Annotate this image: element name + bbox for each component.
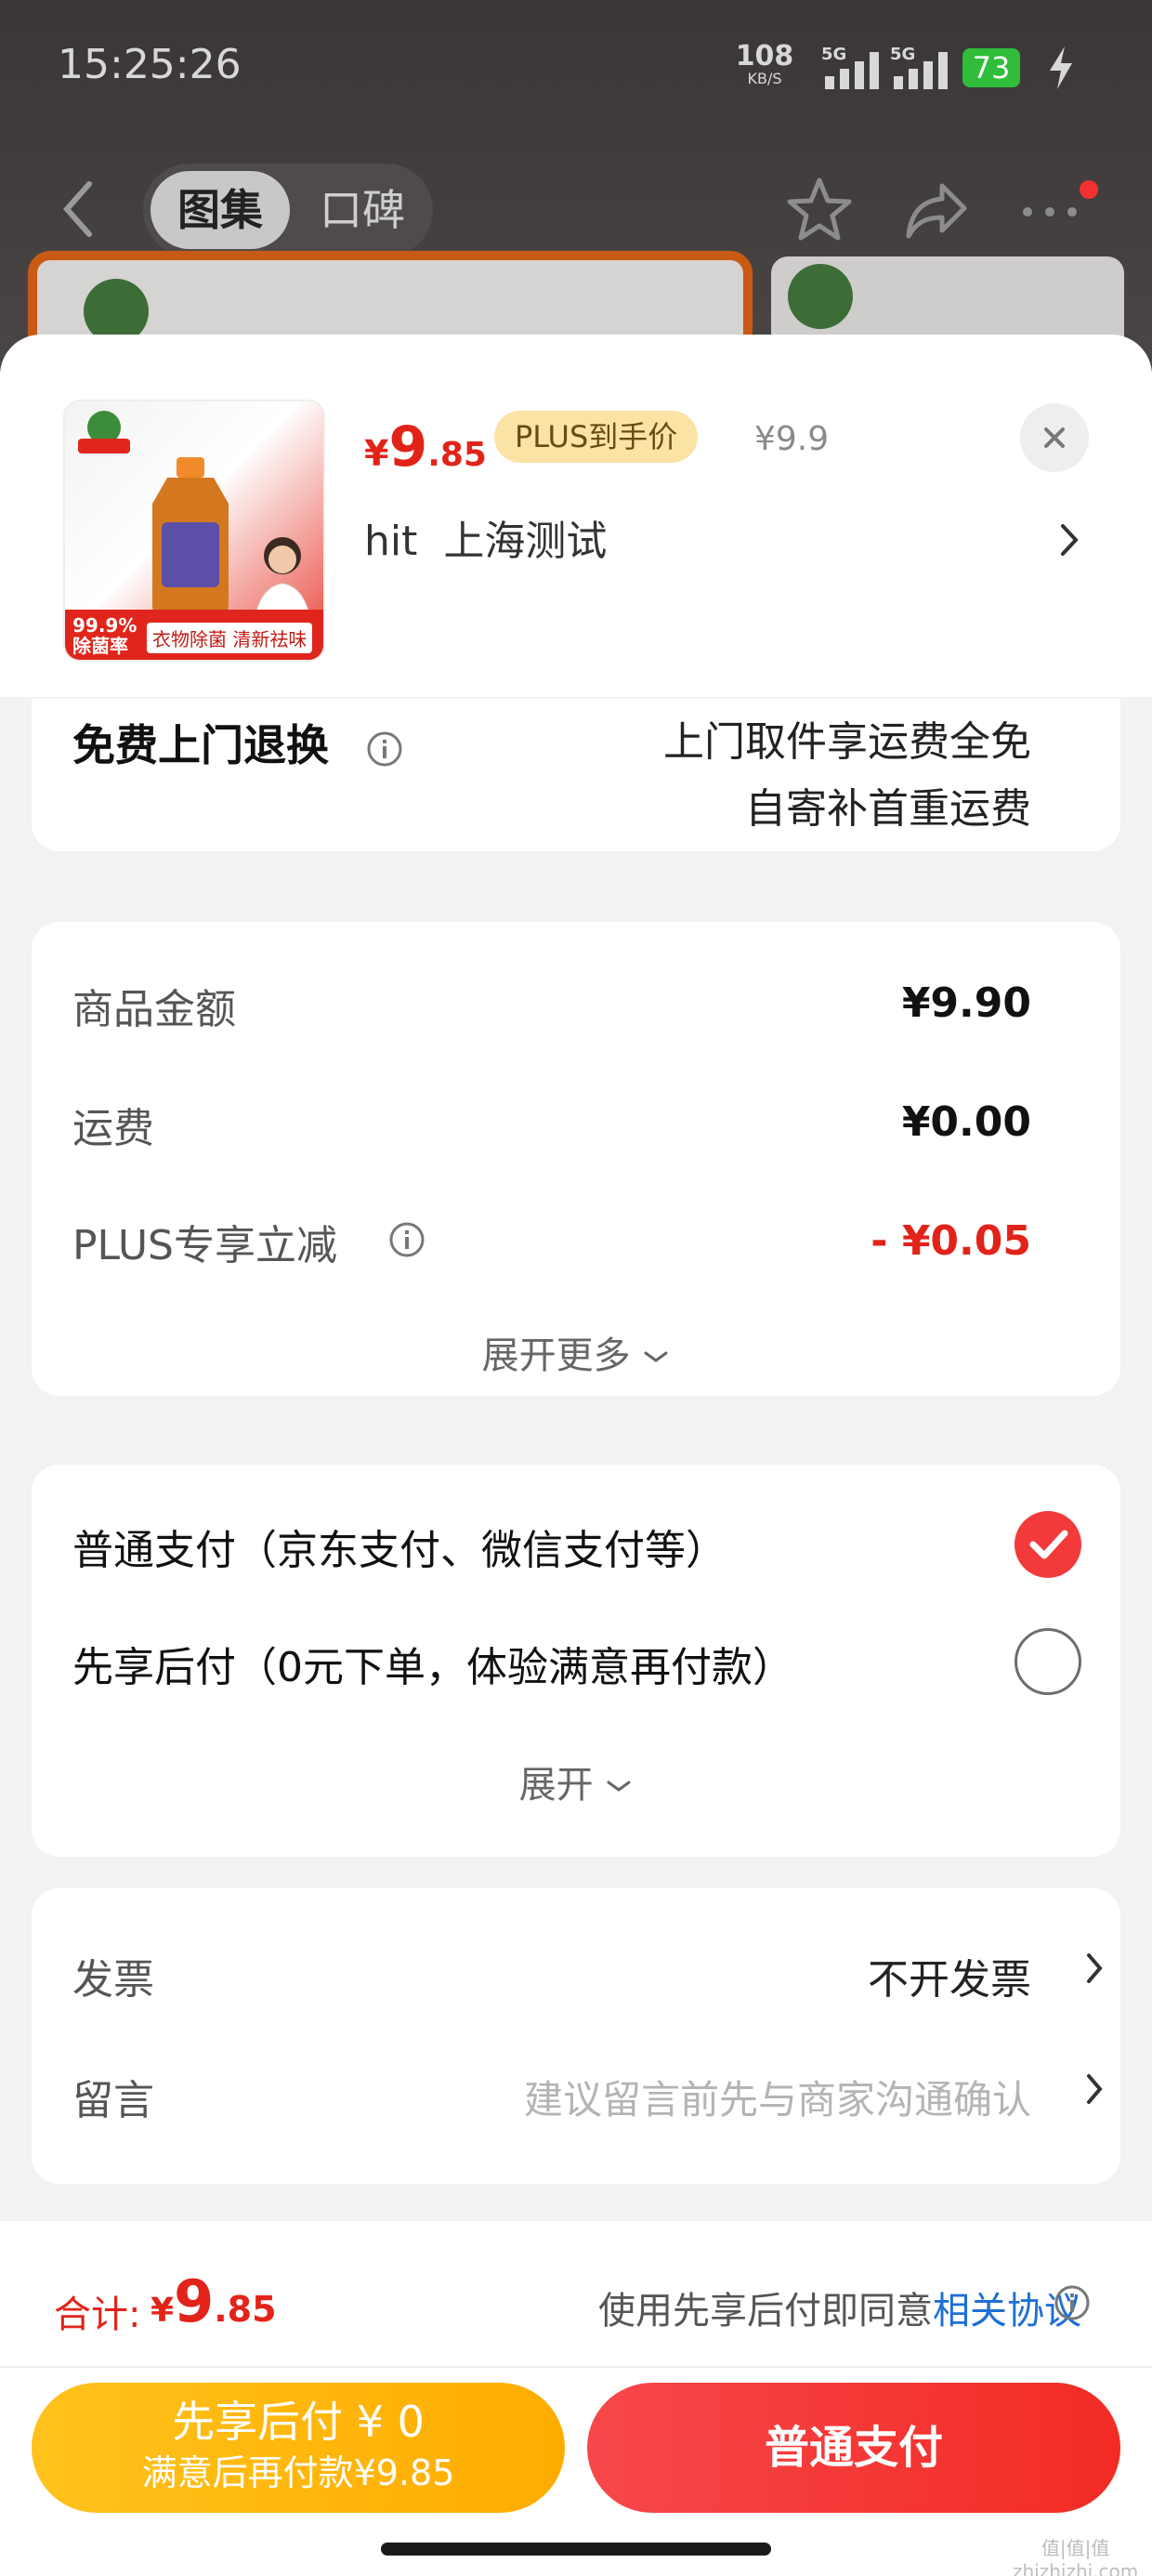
close-button[interactable] [1020, 403, 1089, 472]
checkout-footer: 合计: ¥9.85 使用先享后付即同意相关协议 先享后付 ¥ 0 满意后再付款¥… [0, 2221, 1152, 2576]
product-image: 99.9% 除菌率 衣物除菌 清新祛味 [63, 400, 325, 662]
signal-label-2: 5G [890, 45, 916, 64]
shipping-label: 运费 [72, 1105, 154, 1152]
address-text: hit 上海测试 [364, 518, 608, 565]
charging-icon [1050, 46, 1072, 89]
network-speed: 108 KB/S [732, 43, 797, 87]
expand-more-label: 展开更多 [481, 1334, 631, 1377]
brand-logo-icon-2 [788, 264, 853, 329]
product-header: 99.9% 除菌率 衣物除菌 清新祛味 ¥9.85 PLUS到手价 ¥9.9 h… [0, 335, 1152, 697]
note-placeholder[interactable]: 建议留言前先与商家沟通确认 [524, 2069, 1031, 2125]
signal-label: 5G [821, 45, 847, 64]
info-icon[interactable] [366, 730, 403, 768]
agreement-prefix: 使用先享后付即同意 [598, 2290, 933, 2333]
total-symbol: ¥ [151, 2292, 175, 2330]
expand-button[interactable]: 展开 [32, 1755, 1120, 1808]
total-label: 合计: [54, 2293, 141, 2336]
agreement-text: 使用先享后付即同意相关协议 [598, 2280, 1081, 2334]
chevron-right-icon [1061, 524, 1079, 556]
total-int: 9 [174, 2267, 215, 2335]
original-price: ¥9.9 [754, 420, 830, 458]
chevron-down-icon [644, 1351, 668, 1362]
close-icon [1044, 427, 1065, 448]
price-detail-card: 商品金额 ¥9.90 运费 ¥0.00 PLUS专享立减 - ¥0.05 展开更… [32, 922, 1120, 1396]
goods-amount-label: 商品金额 [72, 986, 236, 1033]
battery-icon: 73 [962, 48, 1020, 87]
shipping-value: ¥0.00 [901, 1098, 1031, 1146]
expand-more-button[interactable]: 展开更多 [32, 1325, 1120, 1379]
info-icon[interactable] [388, 1221, 425, 1258]
brand-logo-icon [78, 411, 130, 453]
total-dec: .85 [214, 2289, 277, 2330]
home-indicator[interactable] [381, 2543, 771, 2556]
product-image-slogan: 衣物除菌 清新祛味 [147, 623, 313, 653]
notification-dot [1080, 180, 1098, 199]
plus-price-badge: PLUS到手价 [494, 411, 699, 463]
normal-pay-button[interactable]: 普通支付 [587, 2383, 1120, 2513]
network-speed-value: 108 [735, 40, 794, 72]
background-page: 15:25:26 108 KB/S 5G 5G 73 图集 口碑 [0, 0, 1152, 442]
gallery-review-tabs: 图集 口碑 [143, 164, 433, 256]
return-service-line2: 自寄补首重运费 [745, 785, 1031, 833]
return-service-line1: 上门取件享运费全免 [663, 718, 1031, 766]
invoice-note-card: 发票 不开发票 留言 建议留言前先与商家沟通确认 [32, 1888, 1120, 2184]
star-icon[interactable] [782, 173, 857, 247]
pay-later-line2: 满意后再付款¥9.85 [141, 2452, 455, 2493]
payment-method-card: 普通支付（京东支付、微信支付等） 先享后付（0元下单，体验满意再付款） 展开 [32, 1465, 1120, 1857]
payment-option-later-label: 先享后付（0元下单，体验满意再付款） [72, 1644, 793, 1691]
status-time: 15:25:26 [58, 41, 242, 88]
chevron-right-icon [1087, 1953, 1103, 1983]
bottle-icon [152, 457, 229, 613]
plus-discount-value: - ¥0.05 [871, 1217, 1031, 1265]
footer-divider [0, 2366, 1152, 2368]
payment-option-normal-label: 普通支付（京东支付、微信支付等） [72, 1527, 727, 1574]
return-service-title: 免费上门退换 [72, 720, 329, 770]
watermark: 值|值|值 zhizhizhi.com [1013, 2537, 1139, 2576]
info-icon[interactable] [1054, 2284, 1091, 2321]
battery-level: 73 [972, 50, 1011, 85]
total-price: ¥9.85 [151, 2267, 277, 2335]
payment-option-later-radio[interactable] [1015, 1628, 1081, 1695]
invoice-value: 不开发票 [868, 1956, 1031, 2004]
network-speed-unit: KB/S [747, 70, 782, 87]
more-icon[interactable] [1013, 173, 1087, 247]
tab-gallery[interactable]: 图集 [151, 171, 290, 249]
product-image-percent: 99.9% 除菌率 [72, 614, 137, 657]
note-label: 留言 [72, 2077, 154, 2124]
plus-discount-label: PLUS专享立减 [72, 1222, 337, 1269]
tab-reviews[interactable]: 口碑 [299, 171, 425, 249]
goods-amount-value: ¥9.90 [901, 979, 1031, 1027]
price-symbol: ¥ [364, 433, 389, 474]
pay-later-button[interactable]: 先享后付 ¥ 0 满意后再付款¥9.85 [32, 2383, 565, 2513]
back-icon[interactable] [56, 177, 102, 242]
check-icon [1029, 1530, 1068, 1559]
current-price: ¥9.85 [364, 414, 487, 480]
pay-later-line1: 先享后付 ¥ 0 [172, 2397, 425, 2447]
status-bar: 15:25:26 108 KB/S 5G 5G 73 [0, 0, 1152, 139]
share-icon[interactable] [899, 173, 974, 247]
product-image-tag: 99.9% 除菌率 衣物除菌 清新祛味 [65, 610, 323, 660]
chevron-down-icon [607, 1781, 631, 1792]
chevron-right-icon [1087, 2074, 1103, 2104]
price-dec: .85 [427, 436, 487, 474]
price-int: 9 [388, 414, 428, 480]
return-service-card: 免费上门退换 上门取件享运费全免 自寄补首重运费 [32, 699, 1120, 851]
payment-option-normal-radio[interactable] [1015, 1511, 1081, 1578]
invoice-label: 发票 [72, 1956, 154, 2004]
expand-label: 展开 [518, 1764, 594, 1807]
